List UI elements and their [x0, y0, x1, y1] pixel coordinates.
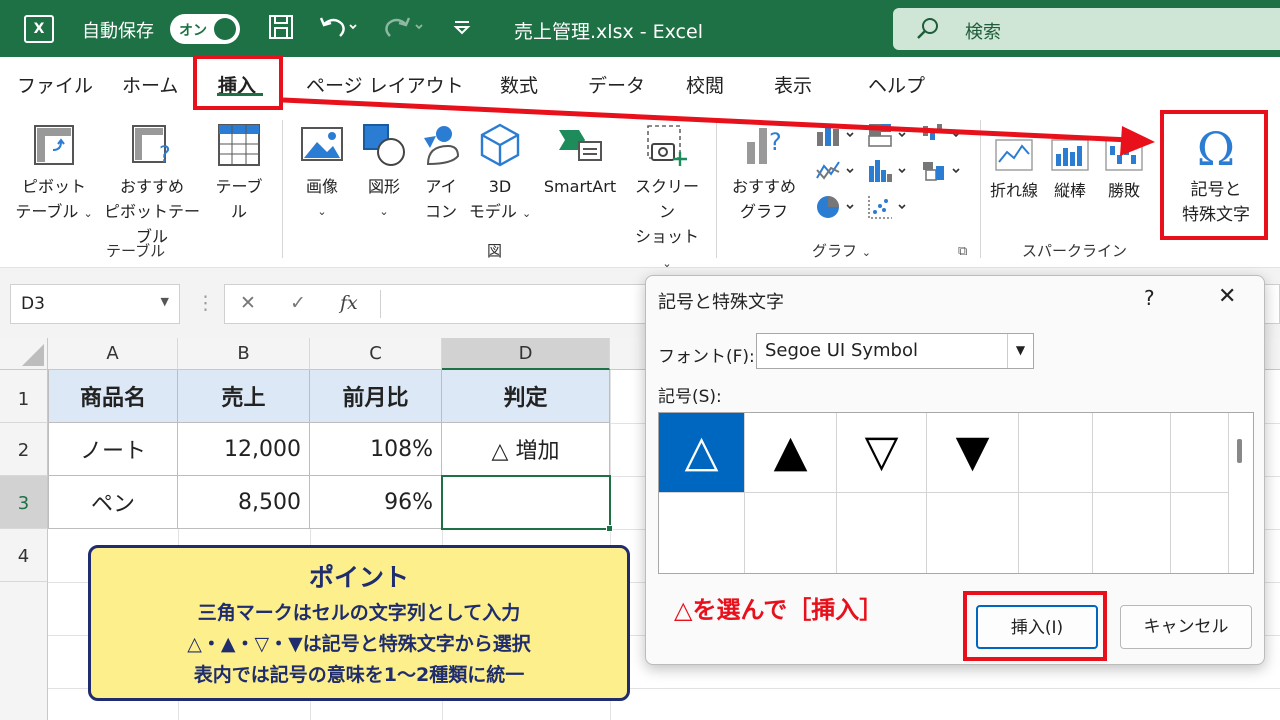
name-box-value: D3 — [21, 294, 45, 314]
column-header-b[interactable]: B — [178, 338, 310, 370]
font-select[interactable]: Segoe UI Symbol ▼ — [756, 333, 1034, 369]
screenshot-label-2: ショット — [634, 227, 699, 246]
cell-b3[interactable]: 8,500 — [178, 476, 310, 529]
row-header-empty — [0, 582, 48, 720]
instruction-annotation: △を選んで［挿入］ — [674, 596, 884, 624]
symbol-cell-empty[interactable] — [1019, 413, 1093, 493]
column-header-a[interactable]: A — [48, 338, 178, 370]
symbol-cell-empty[interactable] — [1171, 493, 1229, 573]
chevron-down-icon: ⌄ — [83, 207, 93, 220]
cancel-icon[interactable]: ✕ — [240, 292, 256, 314]
cell-a1[interactable]: 商品名 — [48, 370, 178, 423]
select-all-corner[interactable] — [0, 338, 48, 370]
row-header-4[interactable]: 4 — [0, 529, 48, 582]
name-box[interactable]: D3 ▼ — [10, 284, 180, 324]
symbol-cell-empty[interactable] — [927, 493, 1019, 573]
chevron-down-icon: ⌄ — [521, 207, 532, 220]
cancel-button[interactable]: キャンセル — [1120, 605, 1252, 649]
cell-d2[interactable]: △ 増加 — [442, 423, 610, 476]
point-line-1: 三角マークはセルの文字列として入力 — [197, 602, 521, 624]
symbol-cell-black-down-triangle[interactable]: ▼ — [927, 413, 1019, 493]
dialog-launcher-icon[interactable]: ⧉ — [958, 244, 967, 259]
symbol-cell-empty[interactable] — [1171, 413, 1229, 493]
font-select-value: Segoe UI Symbol — [765, 340, 918, 361]
symbol-dialog: 記号と特殊文字 ? ✕ フォント(F): Segoe UI Symbol ▼ 記… — [645, 275, 1265, 665]
enter-icon[interactable]: ✓ — [290, 292, 306, 314]
row-header-3[interactable]: 3 — [0, 476, 48, 529]
dialog-title: 記号と特殊文字 — [658, 292, 784, 313]
group-label-charts: グラフ ⌄ — [812, 242, 872, 260]
close-icon[interactable]: ✕ — [1218, 284, 1236, 309]
symbol-cell-empty[interactable] — [1019, 493, 1093, 573]
active-cell-border — [441, 475, 611, 530]
red-arrow — [282, 97, 1155, 156]
symbol-cell-empty[interactable] — [837, 493, 927, 573]
symbol-cell-white-down-triangle[interactable]: ▽ — [837, 413, 927, 493]
icons-label-2: コン — [424, 202, 457, 221]
fill-handle[interactable] — [606, 525, 613, 532]
symbol-cell-empty[interactable] — [1093, 413, 1171, 493]
point-line-3: 表内では記号の意味を1～2種類に統一 — [193, 664, 525, 686]
column-header-d[interactable]: D — [442, 338, 610, 370]
cell-a3[interactable]: ペン — [48, 476, 178, 529]
insert-function-icon[interactable]: fx — [340, 292, 358, 314]
symbol-cell-black-up-triangle[interactable]: ▲ — [745, 413, 837, 493]
cell-d1[interactable]: 判定 — [442, 370, 610, 423]
symbol-grid[interactable]: △ ▲ ▽ ▼ — [658, 412, 1254, 574]
symbols-label: 記号(S): — [658, 387, 722, 407]
chevron-down-icon: ▼ — [160, 295, 169, 308]
highlight-insert-button — [963, 591, 1107, 661]
recommended-charts-label-2: グラフ — [739, 202, 788, 221]
symbol-cell-white-up-triangle[interactable]: △ — [659, 413, 745, 493]
cell-c3[interactable]: 96% — [310, 476, 442, 529]
cell-b2[interactable]: 12,000 — [178, 423, 310, 476]
3d-models-label-2: モデル — [468, 202, 517, 221]
chevron-down-icon[interactable]: ▼ — [1007, 334, 1033, 368]
group-label-sparklines: スパークライン — [1022, 242, 1128, 260]
group-label-table: テーブル — [106, 242, 166, 260]
chevron-down-icon: ⌄ — [379, 205, 389, 218]
symbol-cell-empty[interactable] — [659, 493, 745, 573]
cell-b1[interactable]: 売上 — [178, 370, 310, 423]
row-header-1[interactable]: 1 — [0, 370, 48, 423]
pivot-table-label-2: テーブル — [15, 202, 79, 221]
point-line-2: △・▲・▽・▼は記号と特殊文字から選択 — [187, 633, 531, 655]
more-options-icon: ⋮ — [196, 292, 215, 314]
point-title: ポイント — [308, 563, 409, 592]
column-header-c[interactable]: C — [310, 338, 442, 370]
cell-a2[interactable]: ノート — [48, 423, 178, 476]
point-callout: ポイント 三角マークはセルの文字列として入力 △・▲・▽・▼は記号と特殊文字から… — [88, 545, 630, 701]
help-icon[interactable]: ? — [1144, 286, 1155, 310]
formula-divider — [380, 290, 381, 318]
symbol-grid-scrollbar[interactable] — [1237, 439, 1242, 463]
cell-c1[interactable]: 前月比 — [310, 370, 442, 423]
row-header-2[interactable]: 2 — [0, 423, 48, 476]
font-label: フォント(F): — [658, 347, 755, 367]
symbol-cell-empty[interactable] — [1093, 493, 1171, 573]
cell-c2[interactable]: 108% — [310, 423, 442, 476]
chevron-down-icon: ⌄ — [317, 205, 327, 218]
symbol-cell-empty[interactable] — [745, 493, 837, 573]
group-label-illustrations: 図 — [487, 242, 503, 260]
